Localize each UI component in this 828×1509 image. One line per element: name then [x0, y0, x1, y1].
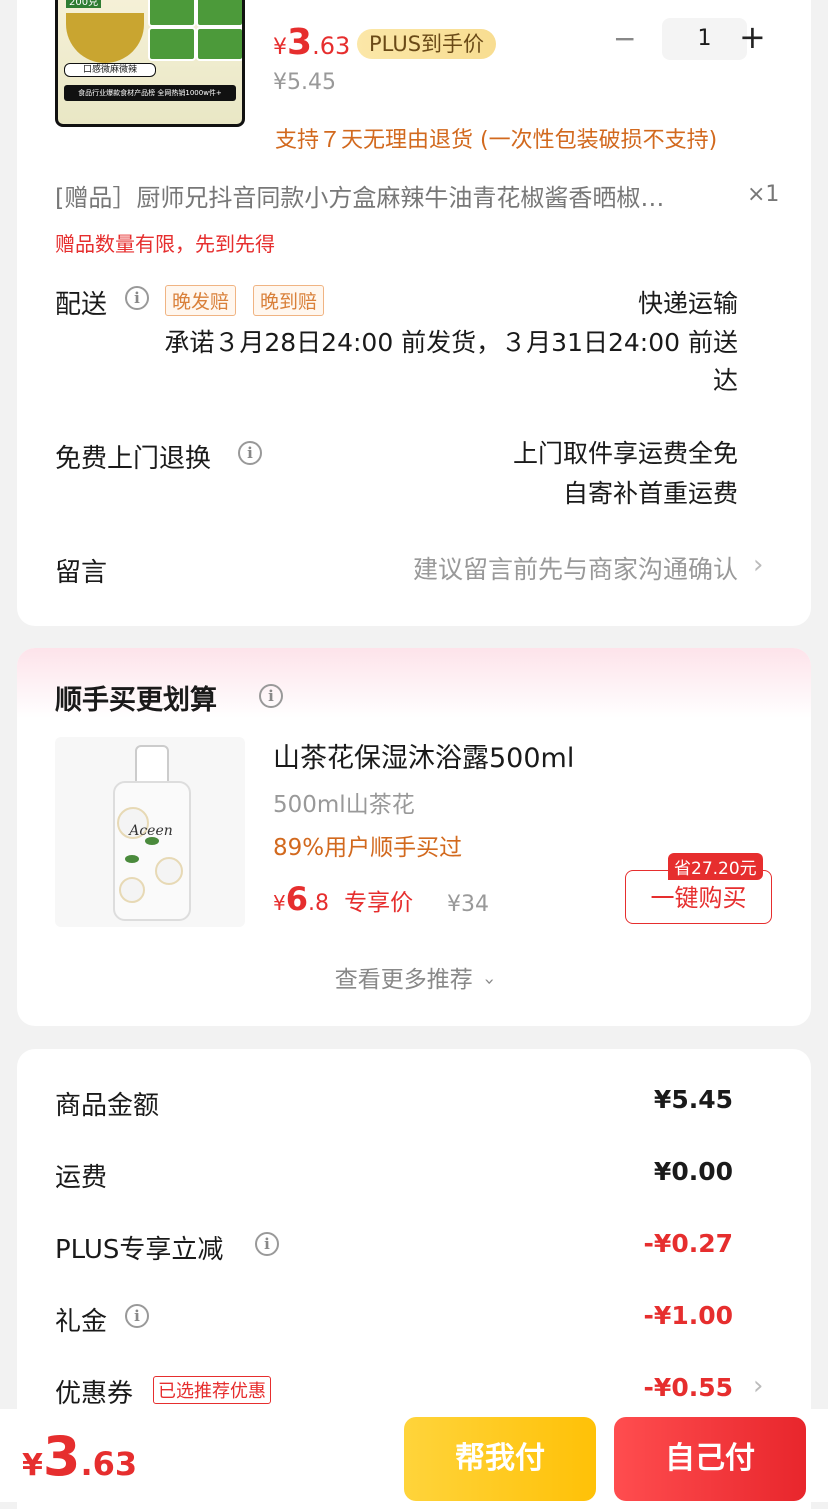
- delivery-info-icon[interactable]: i: [125, 286, 149, 310]
- plus-discount-info-icon[interactable]: i: [255, 1232, 279, 1256]
- summary-label-shipping: 运费: [55, 1163, 108, 1193]
- recommend-price: ¥6.8 专享价: [273, 880, 414, 918]
- original-price: ¥5.45: [273, 70, 336, 95]
- late-ship-badge: 晚发赔: [165, 285, 237, 316]
- recommend-bought-rate: 89%用户顺手买过: [273, 835, 463, 861]
- product-thumbnail[interactable]: 200克 口感微麻微辣 食品行业爆款食材产品榜 全网热销1000w件+: [55, 0, 245, 127]
- chevron-right-icon[interactable]: ›: [753, 550, 763, 580]
- summary-label-gift-money: 礼金: [55, 1307, 108, 1337]
- summary-label-plus: PLUS专享立减: [55, 1235, 224, 1265]
- thumb-banner: 食品行业爆款食材产品榜 全网热销1000w件+: [64, 85, 236, 101]
- recommend-title: 顺手买更划算: [55, 685, 217, 716]
- delivery-method: 快递运输: [637, 289, 738, 318]
- return-line-2: 自寄补首重运费: [562, 479, 738, 508]
- gift-money-info-icon[interactable]: i: [125, 1304, 149, 1328]
- message-input[interactable]: 建议留言前先与商家沟通确认: [347, 550, 738, 586]
- coupon-chevron-right-icon[interactable]: ›: [753, 1371, 763, 1401]
- recommend-item-spec: 500ml山茶花: [273, 792, 415, 818]
- quantity-input[interactable]: 1: [662, 18, 747, 60]
- bottle-brand-text: Aceen: [129, 823, 173, 839]
- summary-label-coupon: 优惠券: [55, 1379, 134, 1409]
- delivery-promise: 承诺３月28日24:00 前发货，３月31日24:00 前送达: [164, 328, 738, 395]
- order-detail-card: 200克 口感微麻微辣 食品行业爆款食材产品榜 全网热销1000w件+ ¥3.6…: [17, 0, 811, 626]
- summary-value-shipping: ¥0.00: [653, 1157, 733, 1186]
- coupon-selected-badge: 已选推荐优惠: [153, 1376, 271, 1404]
- chevron-down-icon: ›: [479, 977, 501, 986]
- total-price: ¥3.63: [22, 1425, 138, 1488]
- recommend-product-image[interactable]: Aceen: [55, 737, 245, 927]
- return-policy: 支持７天无理由退货 (一次性包装破损不支持): [275, 128, 718, 153]
- checkout-bar: ¥3.63 帮我付 自己付: [0, 1409, 828, 1502]
- recommend-card: 顺手买更划算 i Aceen 山茶花保湿沐浴露500ml 500ml山茶花 89…: [17, 648, 811, 1026]
- recommend-info-icon[interactable]: i: [259, 684, 283, 708]
- bowl-graphic: [66, 13, 144, 63]
- delivery-label: 配送: [55, 290, 108, 320]
- plus-price-tag: PLUS到手价: [357, 28, 497, 59]
- summary-value-coupon[interactable]: -¥0.55: [517, 1373, 733, 1402]
- see-more-recommend[interactable]: 查看更多推荐 ›: [17, 960, 811, 994]
- recommend-orig-price: ¥34: [447, 892, 489, 917]
- message-label: 留言: [55, 558, 108, 588]
- gift-quantity: ×1: [747, 182, 780, 207]
- gift-text: [赠品］厨师兄抖音同款小方盒麻辣牛油青花椒酱香晒椒…: [55, 184, 665, 212]
- save-amount-badge: 省27.20元: [668, 853, 763, 880]
- free-return-info-icon[interactable]: i: [238, 441, 262, 465]
- summary-value-gift-money: -¥1.00: [643, 1301, 733, 1330]
- gift-note: 赠品数量有限，先到先得: [55, 232, 275, 256]
- thumb-caption: 口感微麻微辣: [64, 63, 156, 77]
- free-return-label: 免费上门退换: [55, 444, 212, 474]
- late-arrival-badge: 晚到赔: [253, 285, 325, 316]
- summary-value-goods: ¥5.45: [653, 1085, 733, 1114]
- summary-value-plus: -¥0.27: [643, 1229, 733, 1258]
- thumb-weight: 200克: [66, 0, 102, 8]
- product-price: ¥3.63: [273, 22, 351, 63]
- quantity-plus-button[interactable]: +: [739, 18, 766, 56]
- return-line-1: 上门取件享运费全免: [512, 439, 738, 468]
- help-pay-button[interactable]: 帮我付: [404, 1417, 596, 1501]
- self-pay-button[interactable]: 自己付: [614, 1417, 806, 1501]
- recommend-item-name[interactable]: 山茶花保湿沐浴露500ml: [273, 736, 574, 775]
- quantity-minus-button[interactable]: −: [613, 22, 636, 55]
- summary-label-goods: 商品金额: [55, 1091, 160, 1121]
